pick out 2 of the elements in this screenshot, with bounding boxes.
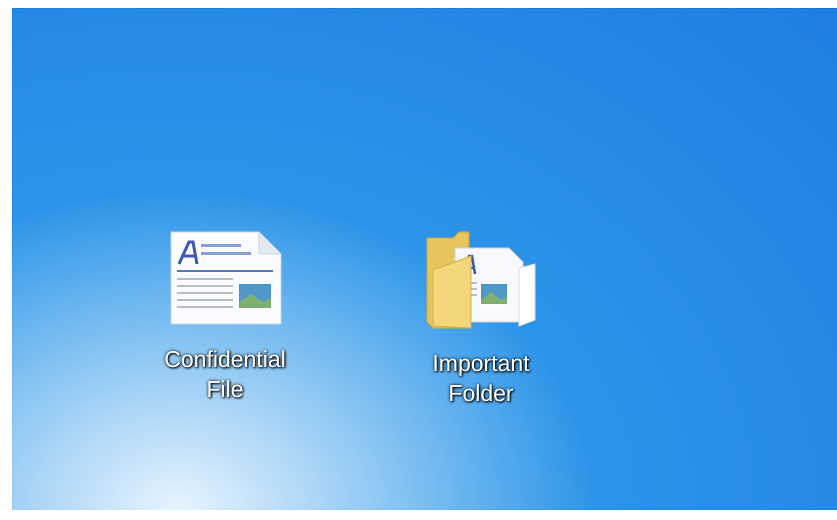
icon-label: Important Folder [431, 349, 531, 408]
icon-label: Confidential File [163, 345, 287, 404]
